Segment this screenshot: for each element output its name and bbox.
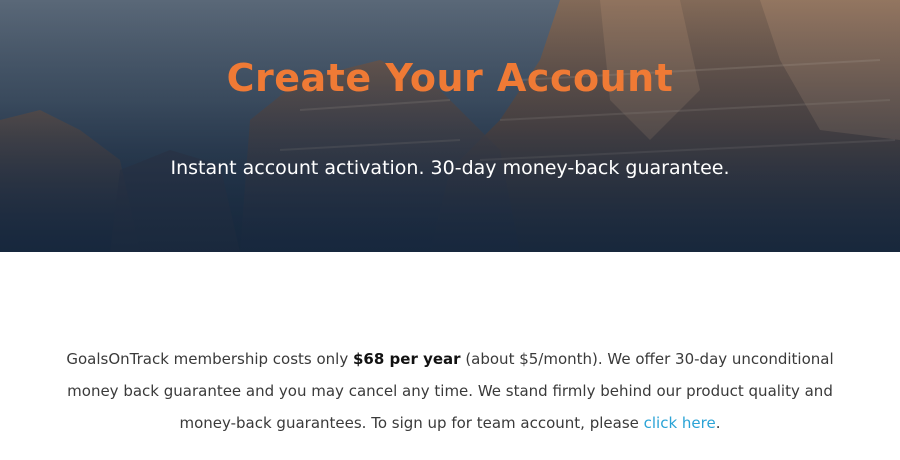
- price-label: $68 per year: [353, 350, 461, 368]
- page-title: Create Your Account: [226, 56, 674, 100]
- description-text-end: .: [715, 414, 721, 432]
- team-account-link[interactable]: click here: [644, 414, 716, 432]
- mountain-background-image: [0, 0, 900, 252]
- membership-description: GoalsOnTrack membership costs only $68 p…: [60, 343, 840, 439]
- hero-banner: Create Your Account Instant account acti…: [0, 0, 900, 252]
- description-text-before-price: GoalsOnTrack membership costs only: [66, 350, 353, 368]
- hero-subtitle: Instant account activation. 30-day money…: [170, 157, 730, 179]
